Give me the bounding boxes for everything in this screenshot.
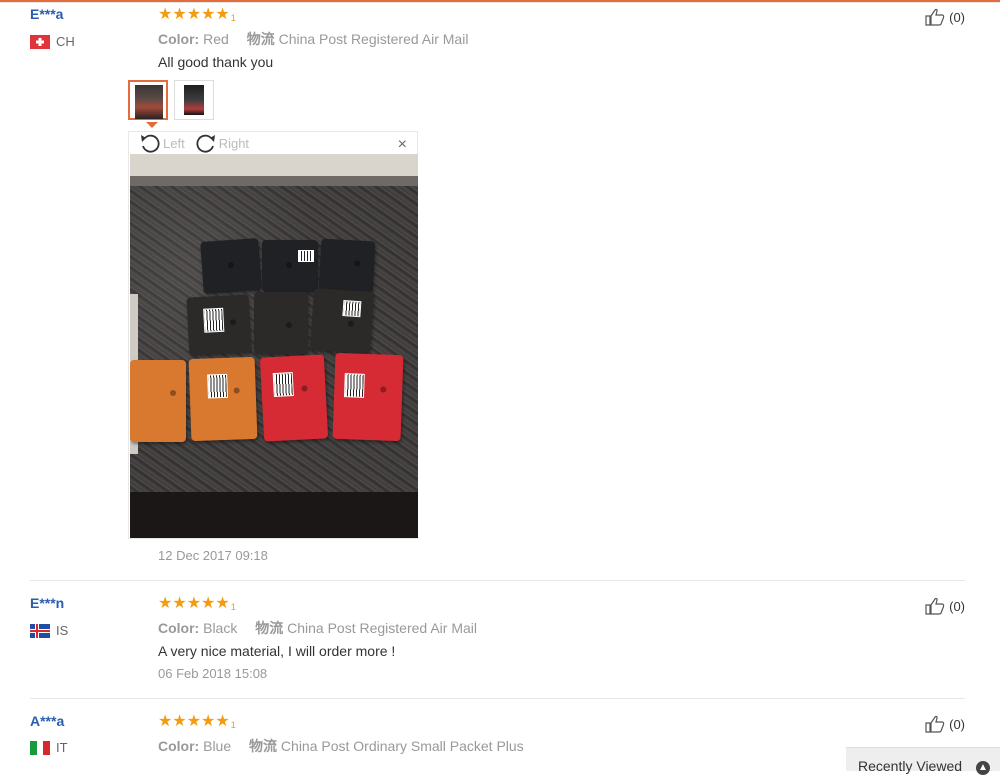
shipping-label: 物流 [249,738,278,754]
wallet [254,292,308,354]
italy-flag-icon [30,740,50,755]
wallet [200,238,262,294]
order-info: Color: Blue 物流 China Post Ordinary Small… [158,736,524,756]
reviewer-name[interactable]: E***a [30,6,63,22]
iceland-flag-icon [30,623,50,638]
star-icon: ★ [186,595,202,612]
review-photo-thumbnails [128,80,220,120]
rotate-left-button[interactable]: Left [139,133,185,153]
thumbnail-image [135,85,163,119]
reviewer-country: IT [30,740,68,755]
review-date: 12 Dec 2017 09:18 [158,548,268,563]
reviewer-country: IS [30,623,68,638]
reviewer-country: CH [30,34,75,49]
rotate-right-icon [196,134,215,153]
switzerland-flag-icon [30,34,50,49]
photo-viewer: Left Right × [128,131,418,539]
rating-count: 1 [230,13,236,23]
star-icon: ★ [172,595,187,612]
wallet [262,240,318,292]
reviewer-name[interactable]: E***n [30,595,64,611]
helpful-button[interactable]: (0) [925,597,965,615]
helpful-count: (0) [949,716,965,732]
country-code: IT [56,740,68,755]
color-label: Color: [158,738,200,754]
star-icon: ★ [201,595,216,612]
color-value: Black [203,620,238,636]
star-icon: ★ [158,6,173,23]
star-icon: ★ [172,713,187,730]
star-icon: ★ [158,713,173,730]
star-icon: ★ [201,713,216,730]
order-info: Color: Black 物流 China Post Registered Ai… [158,618,477,638]
wallet [188,356,258,442]
rating-count: 1 [230,602,236,612]
country-code: IS [56,623,69,638]
star-rating: ★ ★ ★ ★ ★ 1 [158,6,236,24]
wallet [332,352,404,442]
review-text: A very nice material, I will order more … [158,643,396,659]
shipping-label: 物流 [255,620,284,636]
star-icon: ★ [201,6,216,23]
thumbnail-image [184,85,204,115]
thumbs-up-icon [925,8,945,26]
wallet [259,354,329,442]
star-icon: ★ [215,713,230,730]
recently-viewed-panel[interactable]: Recently Viewed ▲ [846,747,1000,775]
country-code: CH [56,34,75,49]
rotate-left-icon [141,134,160,153]
reviewer-name[interactable]: A***a [30,713,64,729]
wallet [130,360,186,442]
star-icon: ★ [158,595,173,612]
color-label: Color: [158,620,200,636]
shipping-value: China Post Registered Air Mail [278,31,469,47]
helpful-button[interactable]: (0) [925,8,965,26]
shipping-value: China Post Registered Air Mail [287,620,477,636]
wallet [186,294,252,356]
shipping-value: China Post Ordinary Small Packet Plus [280,738,524,754]
star-rating: ★ ★ ★ ★ ★ 1 [158,713,236,731]
star-rating: ★ ★ ★ ★ ★ 1 [158,595,236,613]
wallet [318,238,376,294]
photo-floor [130,492,418,538]
thumbs-up-icon [925,715,945,733]
order-info: Color: Red 物流 China Post Registered Air … [158,29,468,49]
recently-viewed-label: Recently Viewed [858,758,963,774]
review-photo-thumbnail[interactable] [128,80,168,120]
star-icon: ★ [215,6,230,23]
color-label: Color: [158,31,200,47]
review-date: 06 Feb 2018 15:08 [158,666,268,681]
review-3: A***a IT ★ ★ ★ ★ ★ 1 Color: Blue 物流 China Po… [30,708,965,771]
shipping-label: 物流 [246,31,275,47]
review-photo [130,154,418,538]
chevron-up-icon: ▲ [976,761,990,775]
review-text: All good thank you [158,54,274,70]
wallet [309,287,375,355]
color-value: Red [203,31,229,47]
viewer-toolbar: Left Right [129,132,417,154]
star-icon: ★ [215,595,230,612]
review-separator [30,580,965,581]
rotate-left-label: Left [163,135,185,151]
review-2: E***n IS ★ ★ ★ ★ ★ 1 Color: Black 物流 China P… [30,590,965,690]
star-icon: ★ [172,6,187,23]
color-value: Blue [203,738,232,754]
photo-counter-edge [130,176,418,186]
review-photo-thumbnail[interactable] [174,80,214,120]
close-icon[interactable]: × [398,136,407,154]
thumbnail-pointer [146,122,158,128]
helpful-button[interactable]: (0) [925,715,965,733]
helpful-count: (0) [949,9,965,25]
rating-count: 1 [230,720,236,730]
rotate-right-label: Right [218,135,250,151]
review-separator [30,698,965,699]
photo-background-wall [130,154,418,176]
helpful-count: (0) [949,598,965,614]
rotate-right-button[interactable]: Right [195,133,249,153]
star-icon: ★ [186,6,202,23]
thumbs-up-icon [925,597,945,615]
star-icon: ★ [186,713,202,730]
